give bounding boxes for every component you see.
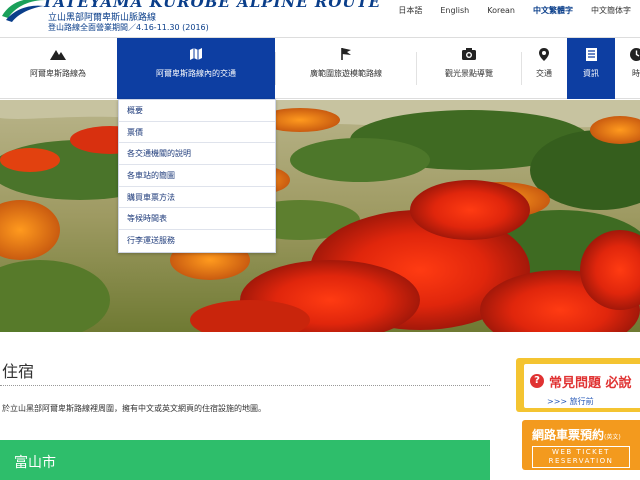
- season-period: 登山路線全面營業期間／4.16-11.30 (2016): [48, 23, 209, 32]
- ticket-title-text: 網路車票預約: [532, 428, 605, 442]
- lang-english[interactable]: English: [431, 6, 478, 15]
- dropdown-item-station-maps[interactable]: 各車站的簡圖: [119, 165, 275, 187]
- nav-item-label: 時: [632, 69, 640, 78]
- logo-swoosh-icon: [2, 0, 46, 22]
- page-title: 住宿: [2, 362, 35, 381]
- nav-item-transport[interactable]: 阿爾卑斯路線內的交通: [117, 38, 275, 99]
- dropdown-item-transport-guide[interactable]: 各交通機關的說明: [119, 143, 275, 166]
- nav-item-timetable[interactable]: 時: [616, 38, 640, 99]
- question-mark-icon: ?: [530, 374, 544, 388]
- dropdown-item-overview[interactable]: 概要: [119, 100, 275, 122]
- ticket-banner-title: 網路車票預約(英文): [532, 426, 621, 443]
- location-pin-icon: [539, 48, 549, 61]
- map-icon: [190, 48, 202, 60]
- faq-subtitle: >>> 旅行前: [547, 397, 594, 406]
- clock-icon: [629, 48, 640, 61]
- faq-banner-body: ? 常見問題 必說 >>> 旅行前: [524, 364, 640, 408]
- flag-icon: [341, 48, 351, 60]
- city-section-header[interactable]: 富山市: [0, 440, 490, 480]
- site-logo[interactable]: [0, 0, 48, 28]
- nav-item-info[interactable]: 資訊: [567, 38, 615, 99]
- ticket-title-lang: (英文): [604, 434, 621, 441]
- lang-traditional-chinese[interactable]: 中文繁體字: [524, 5, 582, 16]
- dropdown-item-luggage-service[interactable]: 行李運送服務: [119, 230, 275, 252]
- autumn-mountain-photo: [0, 100, 640, 332]
- transport-dropdown-menu: 概要 票價 各交通機關的說明 各車站的簡圖 購買車票方法 等候時間表 行李運送服…: [118, 99, 276, 253]
- main-nav: 阿爾卑斯路線為 阿爾卑斯路線內的交通 廣範圍旅遊模範路線 觀光景點導覽 交通 資…: [0, 38, 640, 99]
- nav-item-label: 資訊: [583, 69, 599, 78]
- hero-image: [0, 100, 640, 332]
- nav-item-label: 阿爾卑斯路線內的交通: [156, 69, 236, 78]
- mountain-icon: [50, 50, 66, 60]
- dropdown-item-ticket-purchase[interactable]: 購買車票方法: [119, 187, 275, 209]
- nav-item-alpine-route[interactable]: 阿爾卑斯路線為: [0, 38, 116, 99]
- title-divider: [0, 385, 490, 386]
- nav-item-sightseeing[interactable]: 觀光景點導覽: [417, 38, 521, 99]
- nav-item-label: 觀光景點導覽: [445, 69, 493, 78]
- intro-text: 於立山黑部阿爾卑斯路線裡周圍，擁有中文或英文網頁的住宿設施的地圖。: [2, 404, 266, 413]
- ticket-banner-english: WEB TICKET RESERVATION: [532, 446, 630, 468]
- nav-item-label: 阿爾卑斯路線為: [30, 69, 86, 78]
- dropdown-item-waiting-times[interactable]: 等候時間表: [119, 208, 275, 231]
- camera-icon: [462, 48, 476, 60]
- faq-banner[interactable]: ? 常見問題 必說 >>> 旅行前: [516, 358, 640, 412]
- lang-japanese[interactable]: 日本語: [389, 5, 431, 16]
- lang-simplified-chinese[interactable]: 中文簡体字: [582, 5, 640, 16]
- site-header: TATEYAMA KUROBE ALPINE ROUTE 立山黑部阿爾卑斯山脈路…: [0, 0, 640, 38]
- web-ticket-banner[interactable]: 網路車票預約(英文) WEB TICKET RESERVATION: [522, 420, 640, 470]
- faq-title: 常見問題 必說: [549, 376, 632, 391]
- nav-item-model-routes[interactable]: 廣範圍旅遊模範路線: [276, 38, 416, 99]
- nav-item-access[interactable]: 交通: [522, 38, 566, 99]
- language-switcher: 日本語 English Korean 中文繁體字 中文簡体字: [389, 0, 640, 20]
- lang-korean[interactable]: Korean: [478, 6, 524, 15]
- nav-item-label: 交通: [536, 69, 552, 78]
- document-icon: [585, 48, 597, 61]
- dropdown-item-fares[interactable]: 票價: [119, 122, 275, 144]
- nav-item-label: 廣範圍旅遊模範路線: [310, 69, 382, 78]
- city-name: 富山市: [14, 455, 56, 471]
